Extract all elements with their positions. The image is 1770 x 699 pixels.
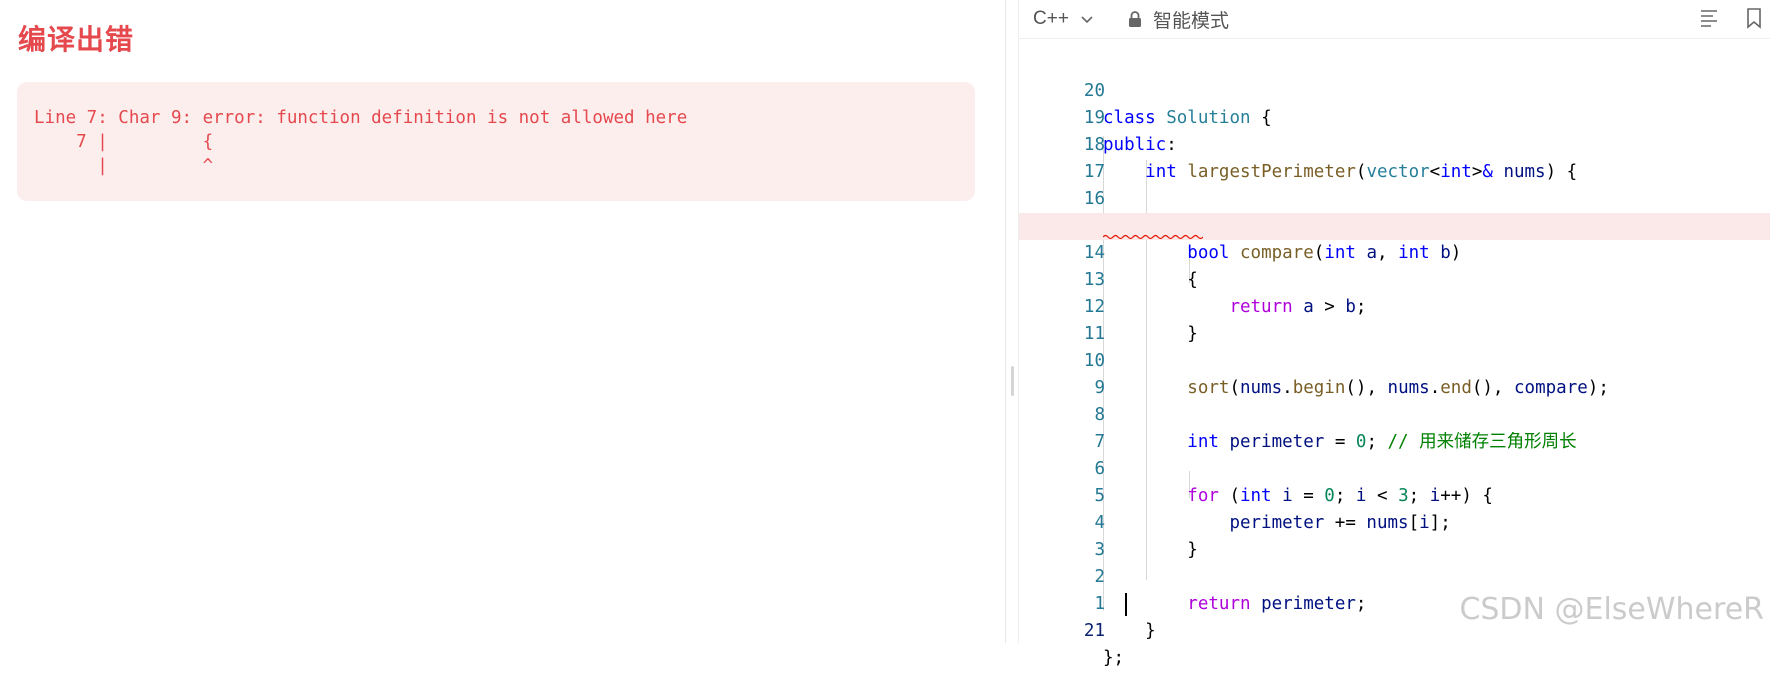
chevron-down-icon: [1081, 16, 1093, 24]
code-line: 12 }: [1019, 267, 1770, 344]
code-line: 15 bool compare(int a, int b): [1019, 186, 1770, 263]
code-line: 20 class Solution {: [1019, 51, 1770, 128]
code-line-error: 14 {: [1019, 213, 1770, 290]
code-line: 17: [1019, 132, 1770, 182]
code-line: 11: [1019, 294, 1770, 344]
code-line: 18 int largestPerimeter(vector<int>& num…: [1019, 105, 1770, 182]
pane-divider: [1005, 0, 1006, 643]
code-line: 4 }: [1019, 483, 1770, 560]
code-line: 8 int perimeter = 0; // 用来储存三角形周长: [1019, 375, 1770, 452]
line-number: 21: [1083, 621, 1105, 641]
text-cursor: [1125, 593, 1127, 616]
editor-toolbar: C++ 智能模式: [1019, 0, 1770, 39]
code-line: 7: [1019, 402, 1770, 452]
align-left-icon[interactable]: [1698, 6, 1722, 30]
code-line: 1 }: [1019, 564, 1770, 641]
watermark: CSDN @ElseWhereR: [1459, 592, 1764, 627]
code-line: 13 return a > b;: [1019, 240, 1770, 317]
code-area[interactable]: 20 class Solution { 19 public: 18 int la…: [1019, 39, 1770, 668]
code-line: 10 sort(nums.begin(), nums.end(), compar…: [1019, 321, 1770, 398]
language-select[interactable]: C++: [1033, 6, 1095, 32]
code-line: 9: [1019, 348, 1770, 398]
pane-resize-handle[interactable]: [1011, 366, 1014, 396]
result-panel: 编译出错 Line 7: Char 9: error: function def…: [0, 0, 1005, 643]
bookmark-icon[interactable]: [1742, 6, 1766, 30]
lock-icon: [1129, 11, 1141, 27]
code-line: 2 return perimeter;: [1019, 537, 1770, 614]
error-message-box: Line 7: Char 9: error: function definiti…: [17, 82, 975, 201]
code-line: 6 for (int i = 0; i < 3; i++) {: [1019, 429, 1770, 506]
code-line: 5 perimeter += nums[i];: [1019, 456, 1770, 533]
mode-label: 智能模式: [1153, 9, 1230, 32]
code-line: 19 public:: [1019, 78, 1770, 155]
code-editor-panel: C++ 智能模式 20 class Solution {19 public: …: [1019, 0, 1770, 668]
language-label: C++: [1033, 8, 1069, 29]
error-message-text: Line 7: Char 9: error: function definiti…: [34, 108, 688, 176]
compile-error-title: 编译出错: [18, 23, 135, 56]
code-line: 16 // 对nums进行从大到小排列: [1019, 159, 1770, 236]
code-line: 3: [1019, 510, 1770, 560]
smart-mode-toggle[interactable]: 智能模式: [1127, 6, 1229, 32]
